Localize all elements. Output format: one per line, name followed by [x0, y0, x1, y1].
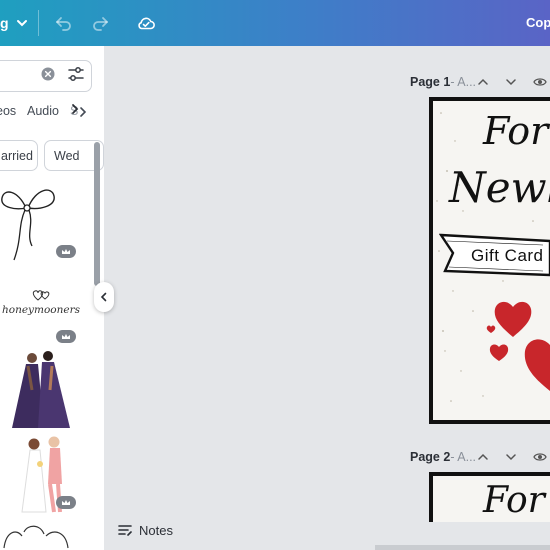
collapse-panel-button[interactable] [94, 282, 114, 312]
tab-audio[interactable]: Audio [27, 104, 59, 118]
filter-icon[interactable] [67, 65, 85, 83]
chevron-down-icon[interactable] [504, 75, 518, 89]
eye-icon[interactable] [533, 75, 547, 89]
clear-search-icon[interactable] [41, 67, 55, 81]
honeymooners-lettering[interactable]: honeymooners [0, 286, 82, 326]
page-2-header: Page 2 - A... [410, 447, 476, 467]
page-1-label: Page 1 [410, 75, 451, 89]
hearts-icon [32, 290, 50, 301]
resize-menu-button[interactable]: g [0, 10, 33, 36]
premium-crown-icon [56, 496, 76, 509]
chip-married[interactable]: arried [0, 140, 38, 171]
design-page-1[interactable]: For t Newly Gift Card [429, 97, 550, 424]
brides-couple-illustration[interactable] [10, 350, 72, 430]
hearts-graphic[interactable] [483, 293, 550, 393]
tab-videos[interactable]: eos [0, 104, 16, 118]
design-title-line-1[interactable]: For t [483, 109, 550, 153]
chevron-down-icon [16, 20, 27, 27]
line-art-illustration[interactable] [0, 522, 70, 550]
copy-link-button[interactable]: Cop [526, 15, 550, 30]
category-tabs: eos Audio S [0, 104, 104, 126]
panel-scrollbar[interactable] [94, 142, 100, 286]
gift-card-text[interactable]: Gift Card [471, 246, 544, 266]
cloud-saved-icon[interactable] [136, 13, 156, 33]
chevron-right-icon[interactable] [68, 102, 82, 116]
chevron-up-icon[interactable] [476, 450, 490, 464]
top-toolbar: g Cop [0, 0, 550, 46]
asset-lettering-text: honeymooners [2, 304, 80, 316]
premium-crown-icon [56, 330, 76, 343]
undo-icon[interactable] [54, 13, 74, 33]
notes-icon [118, 525, 132, 536]
toolbar-divider [38, 10, 39, 36]
design-page-2[interactable]: For t [429, 472, 550, 522]
page-2-label: Page 2 [410, 450, 451, 464]
page-1-title[interactable]: - A... [450, 75, 476, 89]
page-1-header: Page 1 - A... [410, 72, 476, 92]
bottom-status-strip [375, 545, 550, 550]
page-2-title[interactable]: - A... [450, 450, 476, 464]
bow-ribbon-graphic[interactable] [0, 180, 56, 262]
design-title-line-2[interactable]: Newly [449, 163, 550, 212]
elements-panel: eos Audio S arried Wed honeymooners [0, 46, 104, 550]
chevron-down-icon[interactable] [504, 450, 518, 464]
eye-icon[interactable] [533, 450, 547, 464]
chevron-left-icon [100, 292, 107, 302]
design-page-2-title[interactable]: For t [483, 480, 550, 521]
chip-label: Wed [54, 148, 80, 163]
chevron-up-icon[interactable] [476, 75, 490, 89]
redo-icon[interactable] [90, 13, 110, 33]
chip-label: arried [1, 148, 33, 163]
notes-label: Notes [139, 522, 173, 538]
notes-button[interactable]: Notes [117, 520, 173, 540]
premium-crown-icon [56, 245, 76, 258]
menu-label: g [0, 15, 9, 31]
suggestion-chips: arried Wed [0, 140, 104, 172]
